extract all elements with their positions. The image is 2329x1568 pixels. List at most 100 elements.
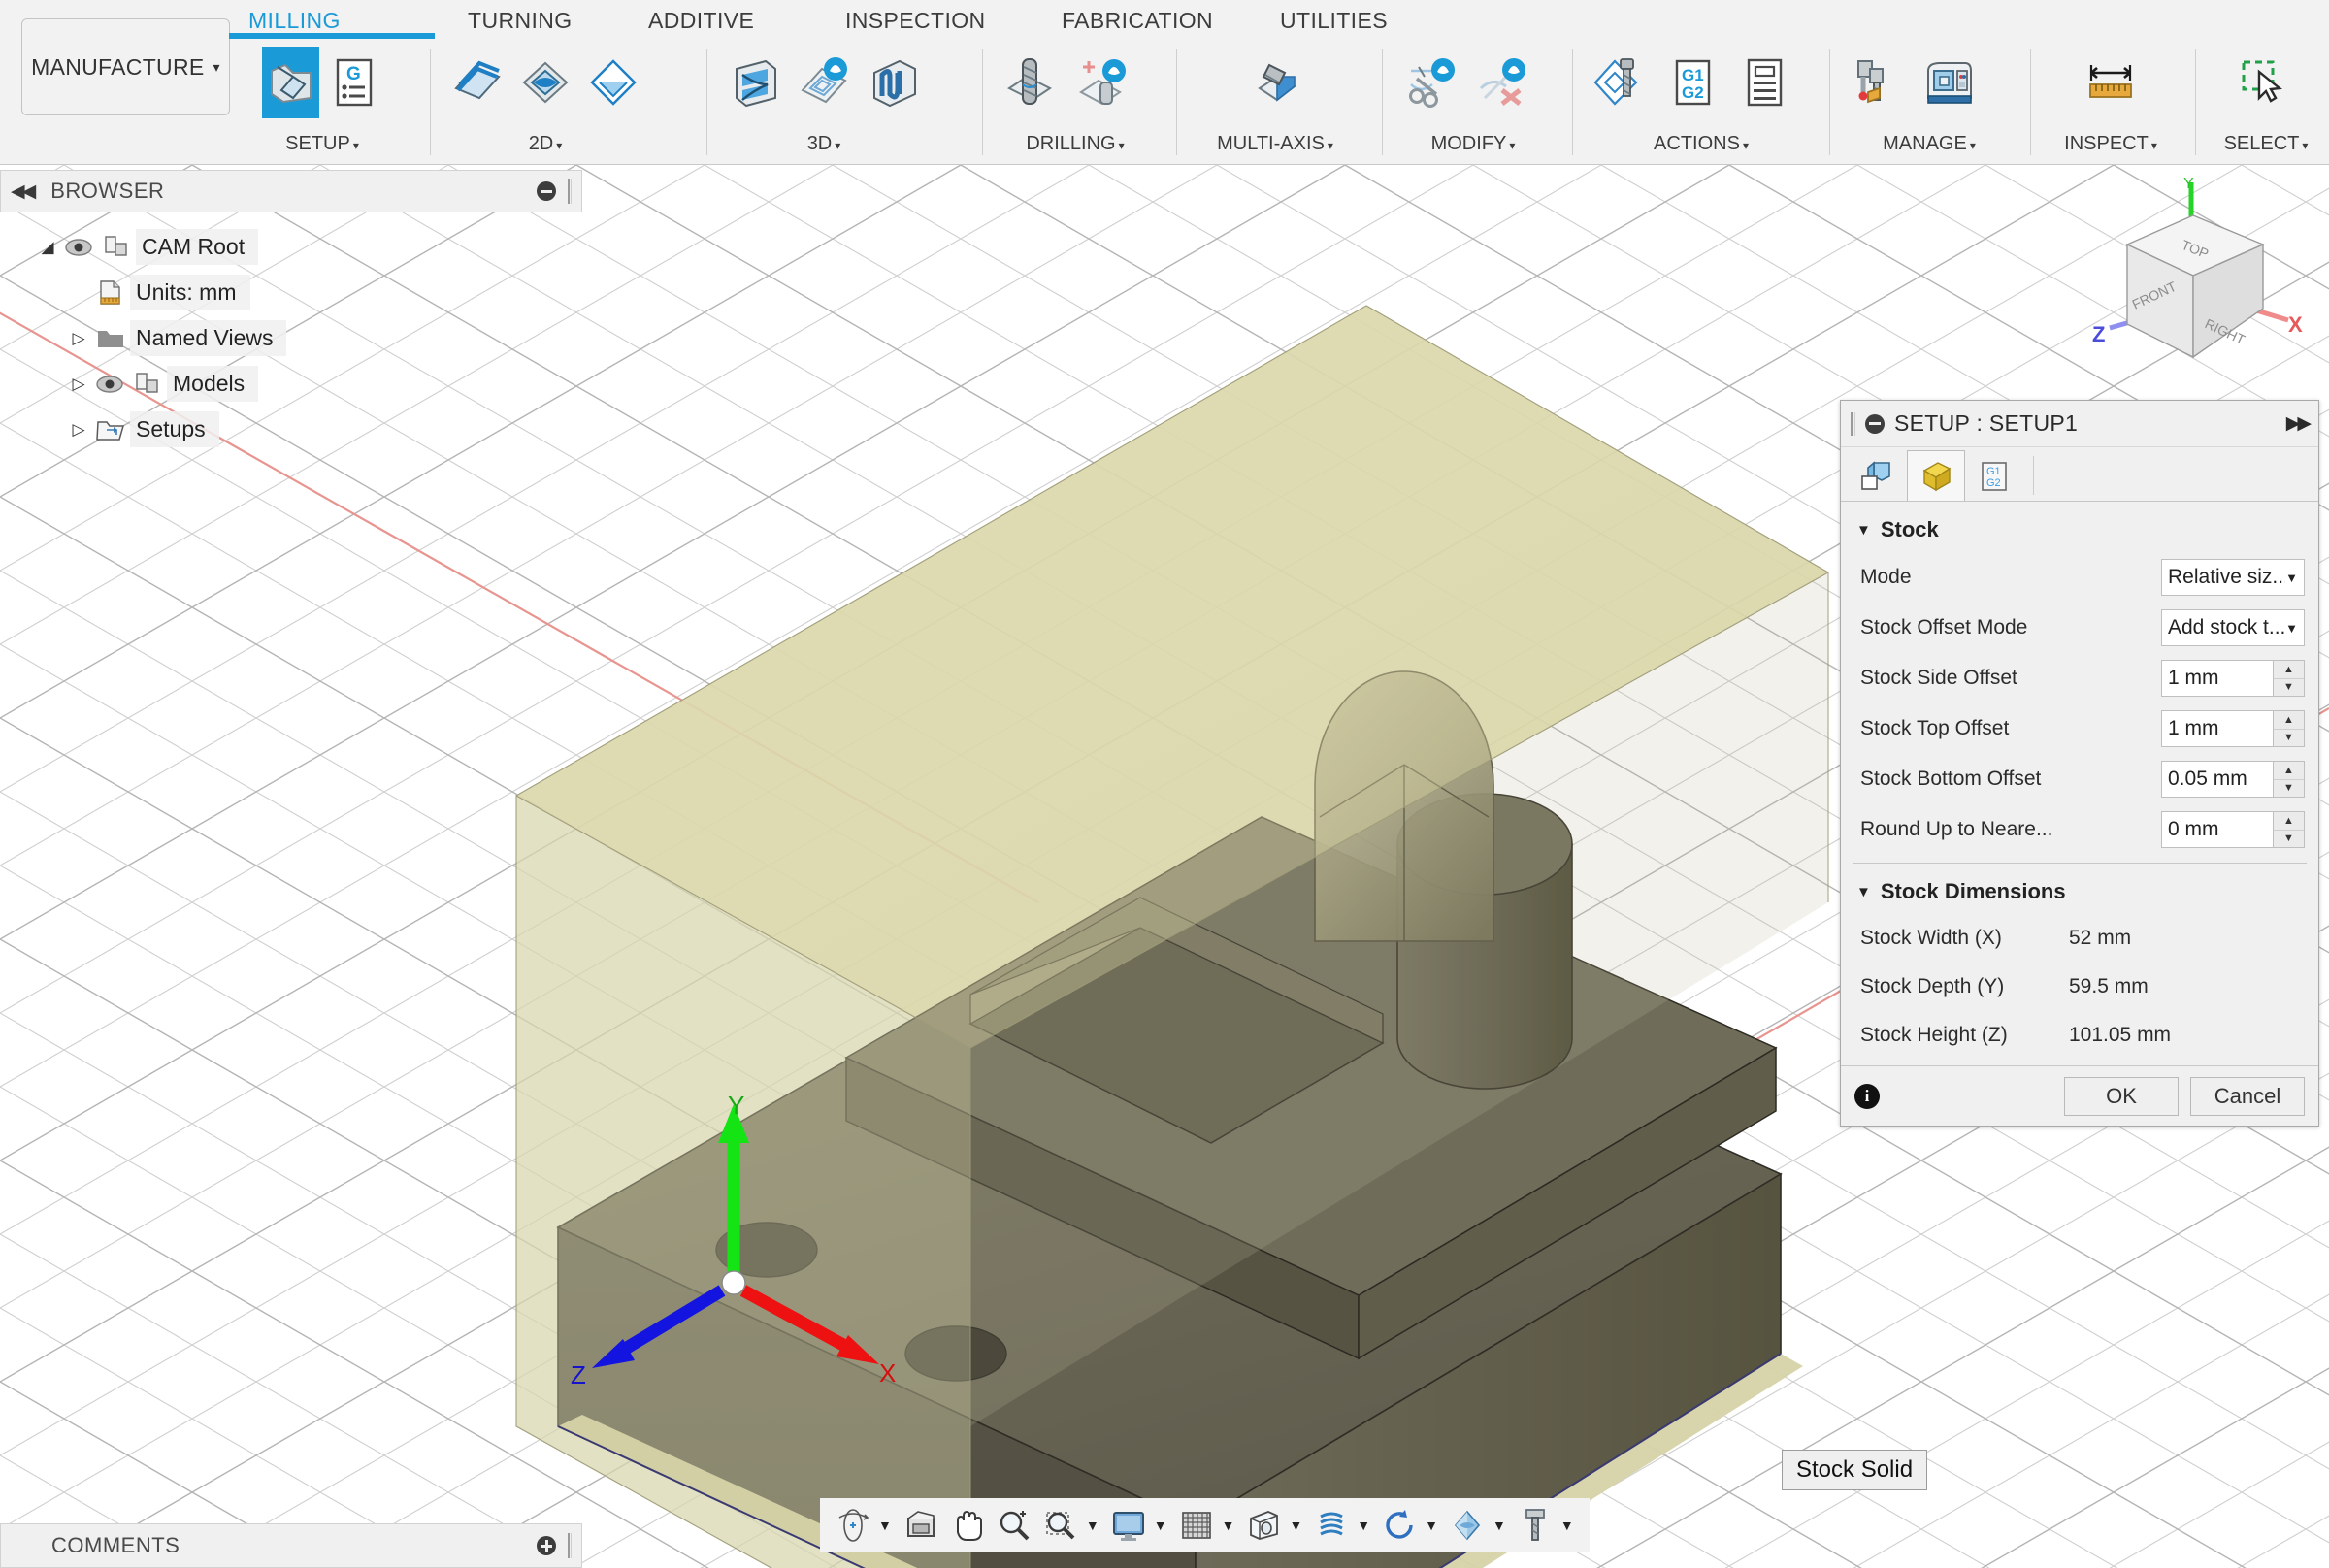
mode-dropdown[interactable]: Relative siz... ▼ <box>2161 559 2305 596</box>
tab-inspection[interactable]: INSPECTION <box>839 5 992 37</box>
zoom-magnifier-icon[interactable] <box>991 1502 1037 1549</box>
stepper-down-icon[interactable]: ▼ <box>2274 730 2304 747</box>
stock-bottom-offset-stepper[interactable]: 0.05 mm ▲ ▼ <box>2161 761 2305 798</box>
tab-fabrication[interactable]: FABRICATION <box>1056 5 1219 37</box>
viewports-icon[interactable] <box>1240 1502 1287 1549</box>
tree-item-named-views[interactable]: ▷ Named Views <box>0 315 582 361</box>
stepper-down-icon[interactable]: ▼ <box>2274 679 2304 697</box>
simulation-icon[interactable] <box>1308 1502 1355 1549</box>
chevron-down-icon[interactable]: ▼ <box>1154 1518 1167 1533</box>
simulation-control[interactable]: ▼ <box>1308 1498 1376 1552</box>
tool-library-icon[interactable] <box>1512 1502 1558 1549</box>
round-up-stepper[interactable]: 0 mm ▲ ▼ <box>2161 811 2305 848</box>
chevron-down-icon[interactable]: ▼ <box>1086 1518 1099 1533</box>
expand-arrow-icon[interactable]: ◢ <box>35 238 60 257</box>
chevron-down-icon[interactable]: ▼ <box>1425 1518 1438 1533</box>
stepper-down-icon[interactable]: ▼ <box>2274 831 2304 848</box>
stepper-down-icon[interactable]: ▼ <box>2274 780 2304 798</box>
refresh-control[interactable]: ▼ <box>1376 1498 1444 1552</box>
cancel-button[interactable]: Cancel <box>2190 1077 2305 1116</box>
tab-post-process[interactable]: G1 G2 <box>1965 450 2023 501</box>
minimize-icon[interactable] <box>537 181 556 201</box>
chevron-down-icon[interactable]: ▼ <box>878 1518 892 1533</box>
chevron-down-icon[interactable]: ▼ <box>1222 1518 1235 1533</box>
pan-hand-icon[interactable] <box>944 1502 991 1549</box>
collapse-icon[interactable]: ◀◀ <box>11 180 33 203</box>
visibility-eye-icon[interactable] <box>60 238 97 257</box>
tree-item-models[interactable]: ▷ Models <box>0 361 582 407</box>
3d-adaptive-clearing-button[interactable] <box>722 47 786 118</box>
delete-toolpath-button[interactable] <box>1469 47 1535 118</box>
zoom-control[interactable] <box>991 1498 1037 1552</box>
stepper-up-icon[interactable]: ▲ <box>2274 762 2304 780</box>
tree-item-setups[interactable]: ▷ Setups <box>0 407 582 452</box>
input-value[interactable]: 0.05 mm <box>2162 762 2273 797</box>
orbit-control[interactable]: ▼ <box>830 1498 898 1552</box>
2d-pocket-button[interactable] <box>582 47 644 118</box>
comments-panel[interactable]: COMMENTS <box>0 1523 582 1568</box>
chevron-down-icon[interactable]: ▼ <box>1493 1518 1506 1533</box>
stock-side-offset-stepper[interactable]: 1 mm ▲ ▼ <box>2161 660 2305 697</box>
2d-adaptive-button[interactable] <box>514 47 576 118</box>
face-toolpath-button[interactable] <box>446 47 508 118</box>
group-header-stock-dimensions[interactable]: ▼ Stock Dimensions <box>1841 864 2318 914</box>
multi-axis-contour-button[interactable] <box>1242 47 1308 118</box>
input-value[interactable]: 1 mm <box>2162 711 2273 746</box>
tab-stock[interactable] <box>1907 450 1965 501</box>
stepper-up-icon[interactable]: ▲ <box>2274 711 2304 730</box>
add-drill-button[interactable] <box>1069 47 1135 118</box>
generate-nc-program-button[interactable]: G <box>325 47 382 118</box>
tab-utilities[interactable]: UTILITIES <box>1274 5 1394 37</box>
setup-sheet-button[interactable] <box>1731 47 1797 118</box>
display-settings-icon[interactable] <box>1105 1502 1152 1549</box>
3d-parallel-button[interactable] <box>862 47 926 118</box>
look-at-icon[interactable] <box>898 1502 944 1549</box>
measure-button[interactable] <box>2078 47 2144 118</box>
dialog-grip[interactable] <box>1851 412 1855 436</box>
tool-library-button[interactable] <box>1845 47 1911 118</box>
tree-item-units[interactable]: Units: mm <box>0 270 582 315</box>
zoom-window-icon[interactable] <box>1037 1502 1084 1549</box>
machine-library-button[interactable] <box>1917 47 1983 118</box>
refresh-icon[interactable] <box>1376 1502 1423 1549</box>
drill-button[interactable] <box>998 47 1064 118</box>
add-comment-icon[interactable] <box>537 1536 556 1555</box>
appearance-icon[interactable] <box>1444 1502 1491 1549</box>
expand-arrow-icon[interactable]: ▷ <box>66 375 91 394</box>
stock-top-offset-stepper[interactable]: 1 mm ▲ ▼ <box>2161 710 2305 747</box>
panel-grip[interactable] <box>568 1533 572 1558</box>
minimize-icon[interactable] <box>1865 414 1885 434</box>
grid-snaps-icon[interactable] <box>1173 1502 1220 1549</box>
tree-item-cam-root[interactable]: ◢ CAM Root <box>0 224 582 270</box>
zoom-window-control[interactable]: ▼ <box>1037 1498 1105 1552</box>
input-value[interactable]: 0 mm <box>2162 812 2273 847</box>
dialog-title-bar[interactable]: SETUP : SETUP1 ▶▶ <box>1841 401 2318 447</box>
group-header-stock[interactable]: ▼ Stock <box>1841 502 2318 552</box>
visibility-eye-icon[interactable] <box>91 375 128 394</box>
post-process-button[interactable]: G1 G2 <box>1659 47 1725 118</box>
viewports-control[interactable]: ▼ <box>1240 1498 1308 1552</box>
stepper-up-icon[interactable]: ▲ <box>2274 812 2304 831</box>
tool-library-control[interactable]: ▼ <box>1512 1498 1580 1552</box>
trim-toolpath-button[interactable] <box>1397 47 1463 118</box>
view-cube[interactable]: Y X Z TOP FRONT RIGHT <box>2067 173 2319 396</box>
panel-grip[interactable] <box>568 179 572 204</box>
chevron-down-icon[interactable]: ▼ <box>1289 1518 1302 1533</box>
ok-button[interactable]: OK <box>2064 1077 2179 1116</box>
pan-control[interactable] <box>944 1498 991 1552</box>
3d-pocket-clearing-button[interactable] <box>792 47 856 118</box>
expand-icon[interactable]: ▶▶ <box>2286 412 2309 435</box>
expand-arrow-icon[interactable]: ▷ <box>66 420 91 440</box>
grid-snaps-control[interactable]: ▼ <box>1173 1498 1241 1552</box>
appearance-control[interactable]: ▼ <box>1444 1498 1512 1552</box>
setup-button[interactable] <box>262 47 319 118</box>
stepper-up-icon[interactable]: ▲ <box>2274 661 2304 679</box>
expand-arrow-icon[interactable]: ▷ <box>66 329 91 348</box>
chevron-down-icon[interactable]: ▼ <box>1357 1518 1370 1533</box>
orbit-icon[interactable] <box>830 1502 876 1549</box>
tab-turning[interactable]: TURNING <box>462 5 578 37</box>
chevron-down-icon[interactable]: ▼ <box>1560 1518 1574 1533</box>
tab-setup[interactable] <box>1849 450 1907 501</box>
workspace-switcher[interactable]: MANUFACTURE ▾ <box>21 18 230 115</box>
generate-toolpath-button[interactable] <box>1588 47 1654 118</box>
